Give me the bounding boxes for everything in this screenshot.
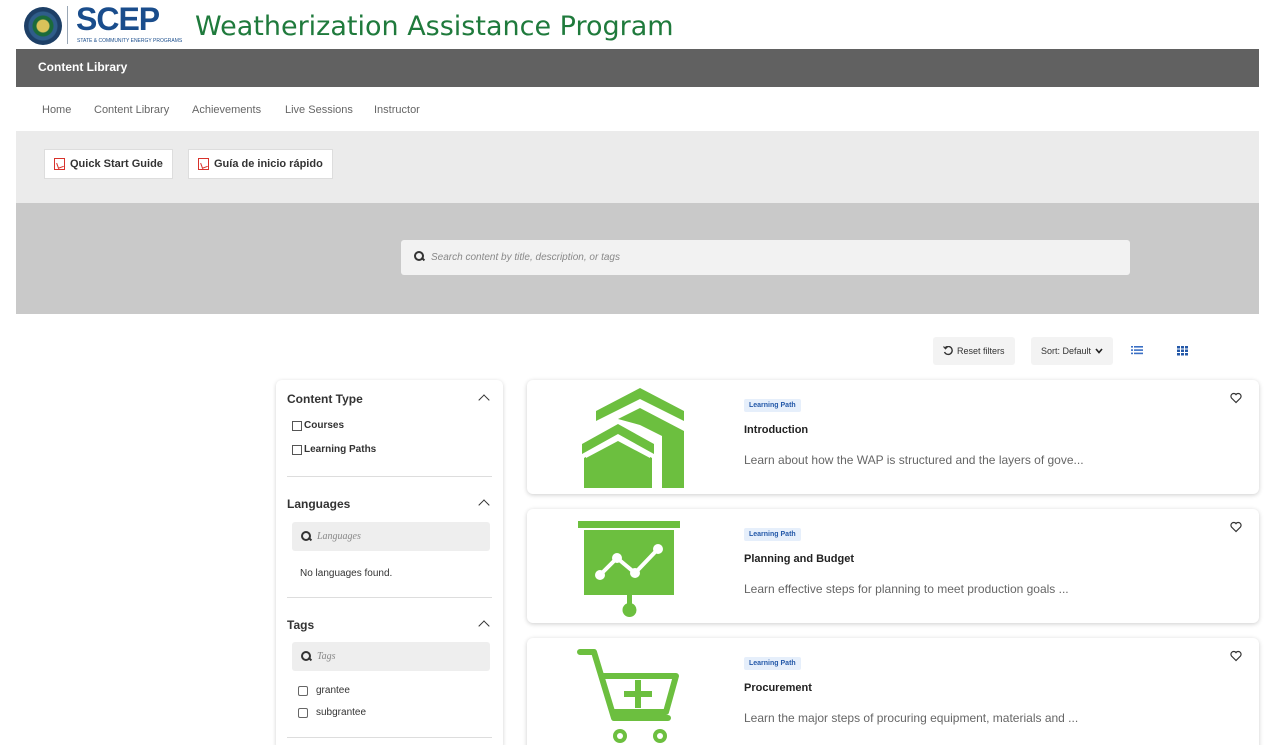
reset-filters-label: Reset filters xyxy=(957,346,1005,356)
reset-filters-button[interactable]: Reset filters xyxy=(933,337,1015,365)
guia-inicio-button[interactable]: Guía de inicio rápido xyxy=(188,149,333,179)
chevron-down-icon xyxy=(1095,348,1103,354)
tag-grantee-checkbox[interactable]: grantee xyxy=(298,685,350,696)
checkbox-icon xyxy=(298,685,308,696)
divider xyxy=(287,737,492,738)
page-title: Content Library xyxy=(38,60,128,74)
filters-panel: Content Type Courses Learning Paths Lang… xyxy=(276,380,503,745)
learning-path-badge: Learning Path xyxy=(744,399,801,412)
logo-divider xyxy=(67,6,68,44)
learning-path-badge: Learning Path xyxy=(744,657,801,670)
heart-icon[interactable] xyxy=(1230,392,1242,404)
presentation-chart-icon xyxy=(578,521,680,617)
heart-icon[interactable] xyxy=(1230,521,1242,533)
content-card[interactable]: Learning Path Planning and Budget Learn … xyxy=(527,509,1259,623)
tags-search-input[interactable] xyxy=(317,649,482,664)
checkbox-icon xyxy=(292,444,302,455)
page-title-bar: Content Library xyxy=(16,49,1259,87)
languages-search-input[interactable] xyxy=(317,529,482,544)
nav-item-content-library[interactable]: Content Library xyxy=(94,104,169,116)
scep-logo-subtext: STATE & COMMUNITY ENERGY PROGRAMS xyxy=(77,38,183,44)
no-languages-message: No languages found. xyxy=(300,568,393,579)
nav-item-home[interactable]: Home xyxy=(42,104,71,116)
reset-icon xyxy=(943,346,953,356)
search-icon xyxy=(414,251,424,261)
checkbox-icon xyxy=(292,420,302,431)
filter-learning-paths-checkbox[interactable]: Learning Paths xyxy=(292,444,376,455)
heart-icon[interactable] xyxy=(1230,650,1242,662)
content-type-heading: Content Type xyxy=(287,392,363,406)
list-view-icon[interactable] xyxy=(1130,343,1144,357)
content-card[interactable]: Learning Path Introduction Learn about h… xyxy=(527,380,1259,494)
main-nav: Home Content Library Achievements Live S… xyxy=(16,87,1259,131)
card-description: Learn the major steps of procuring equip… xyxy=(744,711,1079,725)
languages-heading: Languages xyxy=(287,497,351,511)
tag-subgrantee-checkbox[interactable]: subgrantee xyxy=(298,707,366,718)
pdf-icon xyxy=(198,158,209,170)
quick-start-guide-label: Quick Start Guide xyxy=(70,158,163,170)
checkbox-icon xyxy=(298,707,308,718)
card-title[interactable]: Procurement xyxy=(744,682,812,694)
languages-search-box[interactable] xyxy=(292,522,490,551)
sort-label: Sort: Default xyxy=(1041,346,1092,356)
quick-start-guide-button[interactable]: Quick Start Guide xyxy=(44,149,173,179)
divider xyxy=(287,476,492,477)
chevron-up-icon[interactable] xyxy=(478,499,490,511)
scep-logo-text[interactable]: SCEP xyxy=(76,1,160,38)
guia-inicio-label: Guía de inicio rápido xyxy=(214,158,323,170)
shopping-cart-icon xyxy=(577,649,679,743)
filter-courses-label: Courses xyxy=(304,420,345,431)
card-title[interactable]: Introduction xyxy=(744,424,808,436)
nav-item-achievements[interactable]: Achievements xyxy=(192,104,261,116)
content-search-box[interactable] xyxy=(401,240,1130,275)
filter-learning-paths-label: Learning Paths xyxy=(304,444,377,455)
nav-item-instructor[interactable]: Instructor xyxy=(374,104,420,116)
card-title[interactable]: Planning and Budget xyxy=(744,553,854,565)
divider xyxy=(287,597,492,598)
tags-search-box[interactable] xyxy=(292,642,490,671)
chevron-up-icon[interactable] xyxy=(478,394,490,406)
nav-item-live-sessions[interactable]: Live Sessions xyxy=(285,104,353,116)
tag-grantee-label: grantee xyxy=(316,685,350,696)
doe-seal-logo[interactable] xyxy=(24,7,62,45)
learning-path-badge: Learning Path xyxy=(744,528,801,541)
search-band xyxy=(16,203,1259,314)
tag-subgrantee-label: subgrantee xyxy=(316,707,367,718)
tags-heading: Tags xyxy=(287,618,315,632)
search-icon xyxy=(301,531,311,541)
card-description: Learn effective steps for planning to me… xyxy=(744,582,1069,596)
site-header: SCEP STATE & COMMUNITY ENERGY PROGRAMS W… xyxy=(0,0,1271,49)
app-title: Weatherization Assistance Program xyxy=(195,11,674,42)
filter-courses-checkbox[interactable]: Courses xyxy=(292,420,344,431)
search-icon xyxy=(301,651,311,661)
content-card[interactable]: Learning Path Procurement Learn the majo… xyxy=(527,638,1259,745)
pdf-icon xyxy=(54,158,65,170)
card-description: Learn about how the WAP is structured an… xyxy=(744,453,1084,467)
chevron-up-icon[interactable] xyxy=(478,620,490,632)
guide-bar: Quick Start Guide Guía de inicio rápido xyxy=(16,131,1259,203)
content-search-input[interactable] xyxy=(431,248,1111,267)
grid-view-icon[interactable] xyxy=(1175,343,1189,357)
sort-dropdown[interactable]: Sort: Default xyxy=(1031,337,1114,365)
houses-icon xyxy=(582,388,684,488)
